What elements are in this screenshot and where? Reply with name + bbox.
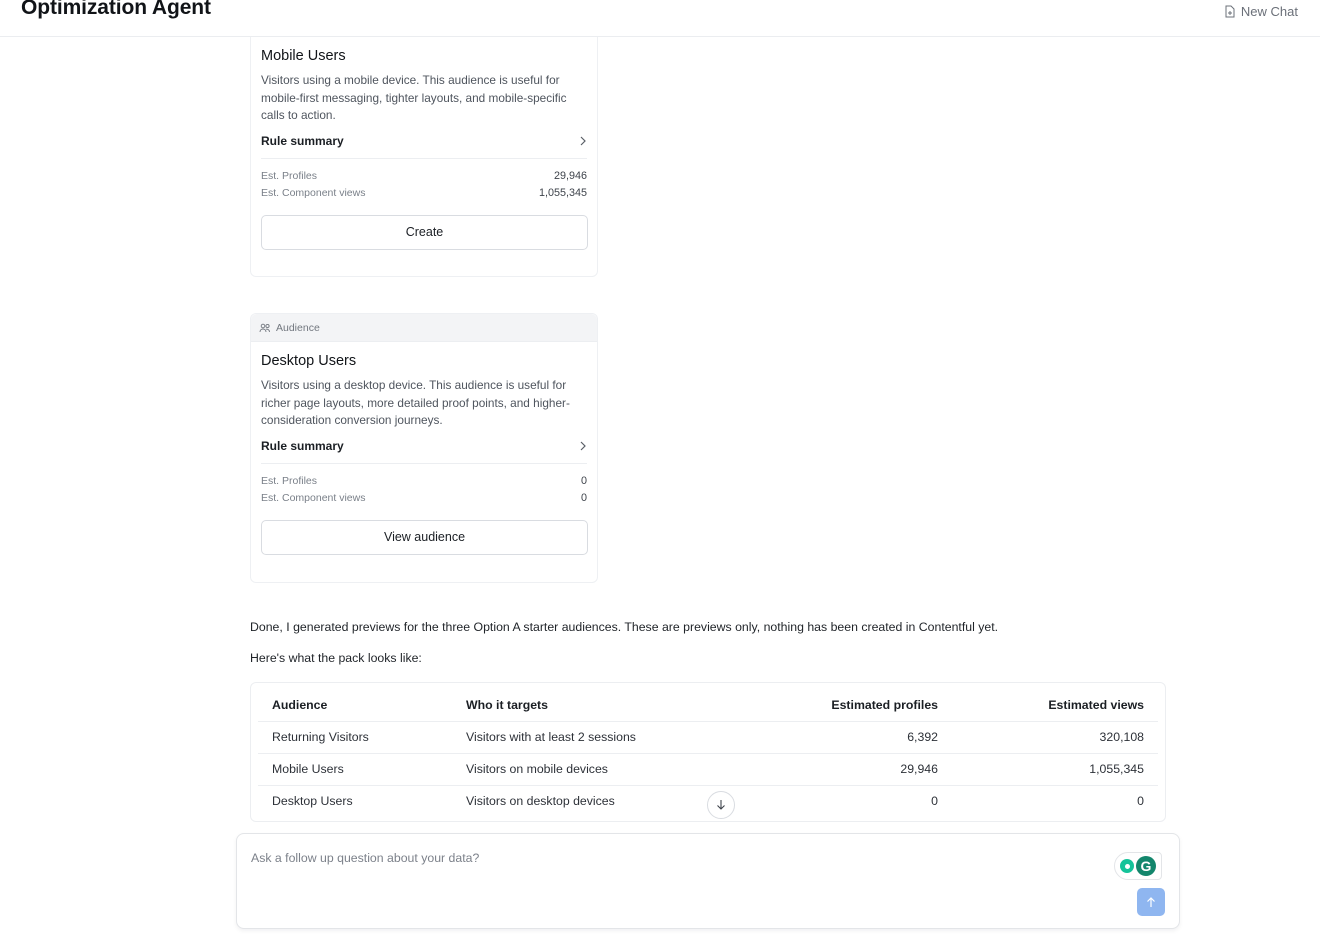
new-chat-label: New Chat [1240,4,1298,19]
audience-card-mobile-users: Mobile Users Visitors using a mobile dev… [250,37,598,277]
app-header: Optimization Agent New Chat [0,0,1320,37]
grammarly-widget[interactable]: G [1114,852,1162,880]
chevron-right-icon [580,136,586,146]
table-cell: 6,392 [752,721,952,754]
page: Optimization Agent New Chat Mobile Users… [0,0,1320,942]
stat-label: Est. Component views [261,187,366,199]
new-document-icon [1225,5,1235,18]
stat-label: Est. Component views [261,492,366,504]
table-cell: Mobile Users [258,753,452,786]
stat-row: Est. Component views 0 [261,492,587,510]
arrow-up-icon [1147,897,1155,907]
stat-value: 0 [580,492,587,504]
view-audience-button[interactable]: View audience [261,519,588,555]
lightbulb-icon [1120,859,1134,873]
stat-row: Est. Profiles 29,946 [261,170,587,188]
table-cell: Desktop Users [272,794,353,809]
table-cell: 1,055,345 [952,753,1158,786]
card-stats: Est. Profiles 29,946 Est. Component view… [261,159,587,205]
assistant-message-line: Done, I generated previews for the three… [250,620,999,634]
audience-card-desktop-users: Audience Desktop Users Visitors using a … [250,313,598,583]
card-title: Desktop Users [261,353,357,369]
column-header: Estimated views [952,689,1158,722]
grammarly-logo: G [1136,856,1156,876]
table-header-row: Audience Who it targets Estimated profil… [258,689,1158,722]
table-cell: 0 [931,794,938,809]
people-icon [259,323,270,332]
rule-summary-toggle[interactable]: Rule summary [261,430,587,464]
table-cell: Visitors with at least 2 sessions [452,721,752,754]
table-cell: 320,108 [952,721,1158,754]
table-cell: Returning Visitors [258,721,452,754]
table-row: Returning Visitors Visitors with at leas… [258,721,1158,754]
rule-summary-label: Rule summary [261,134,344,148]
rule-summary-toggle[interactable]: Rule summary [261,125,587,159]
chevron-right-icon [580,441,586,451]
table-cell: Visitors on mobile devices [452,753,752,786]
table-cell: 0 [1137,794,1144,809]
stat-value: 1,055,345 [538,187,587,199]
stat-row: Est. Component views 1,055,345 [261,187,587,205]
card-title: Mobile Users [261,48,346,64]
stat-value: 29,946 [553,169,587,182]
column-header: Estimated profiles [752,689,952,722]
stat-label: Est. Profiles [261,474,318,487]
table-cell: 29,946 [752,753,952,786]
arrow-down-icon [717,800,725,810]
create-button[interactable]: Create [261,214,588,250]
chat-scroll-area[interactable]: Mobile Users Visitors using a mobile dev… [0,37,1320,942]
table-row: Mobile Users Visitors on mobile devices … [258,753,1158,786]
send-button[interactable] [1137,888,1165,916]
stat-value: 0 [580,474,587,487]
column-header: Audience [258,689,452,722]
stat-label: Est. Profiles [261,169,318,182]
app-title: Optimization Agent [21,0,211,19]
message-composer: G [236,833,1180,929]
assistant-message-line: Here's what the pack looks like: [250,651,422,665]
rule-summary-label: Rule summary [261,439,344,453]
card-tag-label: Audience [276,321,320,334]
stat-row: Est. Profiles 0 [261,475,587,493]
card-stats: Est. Profiles 0 Est. Component views 0 [261,464,587,510]
card-description: Visitors using a desktop device. This au… [261,378,570,427]
follow-up-input[interactable] [251,848,1091,868]
new-chat-button[interactable]: New Chat [1224,4,1298,19]
scroll-to-bottom-button[interactable] [707,791,735,819]
column-header: Who it targets [452,689,752,722]
card-description: Visitors using a mobile device. This aud… [261,73,567,122]
card-tag: Audience [251,314,597,342]
